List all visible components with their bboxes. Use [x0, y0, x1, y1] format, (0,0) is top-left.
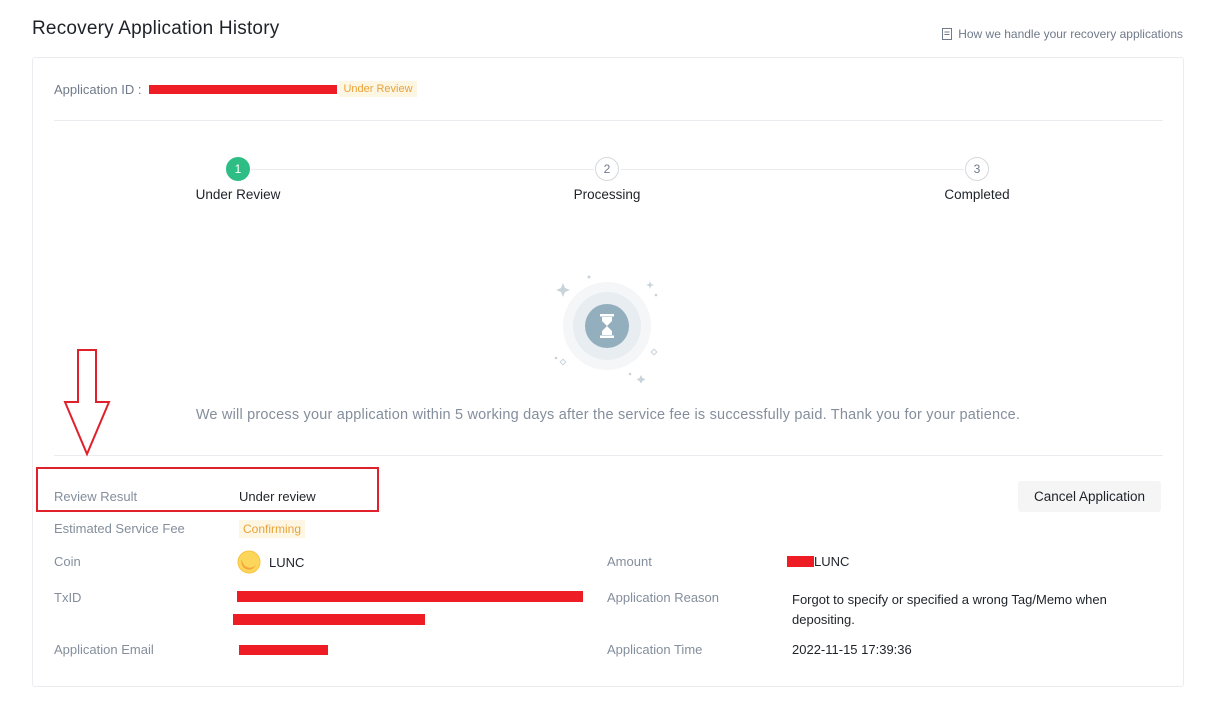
redacted-txid-line-2 — [233, 614, 425, 625]
application-time-label: Application Time — [607, 642, 703, 657]
amount-value: LUNC — [787, 554, 849, 569]
step-label: Completed — [944, 187, 1010, 202]
application-email-label: Application Email — [54, 642, 154, 657]
header-divider — [54, 120, 1163, 121]
page-title: Recovery Application History — [32, 18, 280, 39]
redacted-amount — [787, 556, 814, 567]
application-time-value: 2022-11-15 17:39:36 — [792, 642, 912, 657]
amount-unit: LUNC — [814, 554, 850, 569]
help-link[interactable]: How we handle your recovery applications — [942, 27, 1183, 41]
redacted-application-id — [149, 84, 338, 94]
annotation-arrow-icon — [63, 349, 111, 457]
step-under-review: 1 Under Review — [168, 157, 308, 202]
application-id-label: Application ID : — [54, 81, 142, 97]
redacted-txid-line-1 — [237, 591, 583, 602]
status-badge: Under Review — [339, 81, 417, 97]
service-fee-label: Estimated Service Fee — [54, 521, 185, 536]
details-divider — [54, 455, 1163, 456]
coin-name: LUNC — [269, 554, 305, 570]
application-id-row: Application ID : Under Review — [54, 81, 417, 97]
step-label: Under Review — [195, 187, 281, 202]
redacted-email — [239, 645, 328, 655]
step-number: 3 — [965, 157, 989, 181]
processing-notice: We will process your application within … — [195, 407, 1021, 423]
cancel-application-button[interactable]: Cancel Application — [1018, 481, 1161, 512]
lunc-coin-icon — [237, 550, 261, 574]
application-reason-value: Forgot to specify or specified a wrong T… — [792, 592, 1107, 627]
step-label: Processing — [573, 187, 641, 202]
help-link-label[interactable]: How we handle your recovery applications — [958, 27, 1183, 41]
service-fee-badge: Confirming — [239, 520, 306, 538]
step-number: 1 — [226, 157, 250, 181]
document-icon — [942, 28, 953, 40]
coin-value: LUNC — [237, 550, 304, 574]
annotation-highlight-box — [36, 467, 379, 512]
step-completed: 3 Completed — [907, 157, 1047, 202]
step-number: 2 — [595, 157, 619, 181]
application-reason-label: Application Reason — [607, 590, 720, 605]
amount-label: Amount — [607, 554, 652, 569]
hourglass-illustration — [554, 275, 658, 383]
coin-label: Coin — [54, 554, 81, 569]
step-processing: 2 Processing — [537, 157, 677, 202]
application-card: Application ID : Under Review 1 Under Re… — [32, 57, 1184, 687]
txid-label: TxID — [54, 590, 82, 605]
